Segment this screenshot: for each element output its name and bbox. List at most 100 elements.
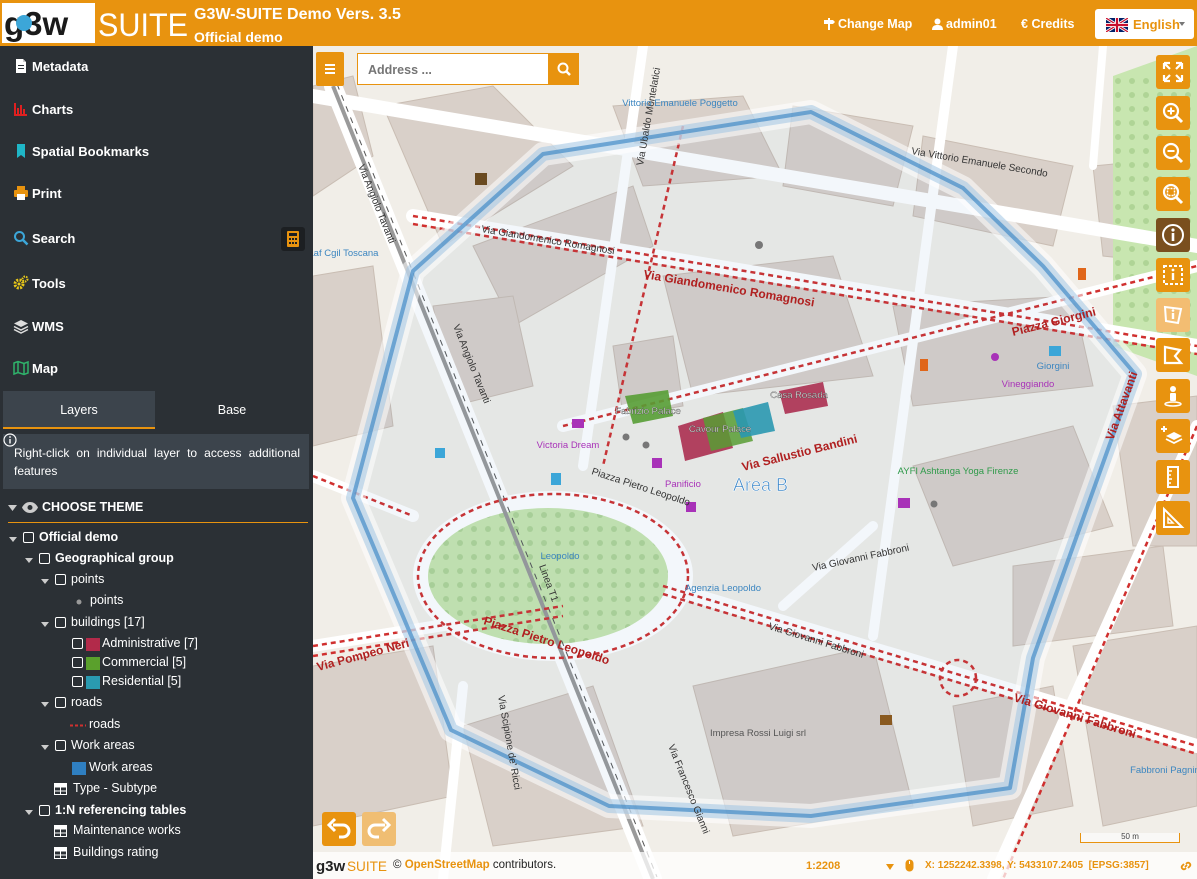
tree-label: Work areas [89,760,153,774]
credits-button[interactable]: € Credits [1021,15,1075,33]
checkbox-icon[interactable] [72,638,83,649]
svg-text:SUITE: SUITE [98,7,188,43]
map-canvas[interactable]: Via Giandomenico Romagnosi Via Giandomen… [313,46,1197,879]
checkbox-icon[interactable] [23,532,34,543]
sidebar-item-label: Charts [32,102,74,117]
checkbox-icon[interactable] [72,676,83,687]
caret-down-icon [25,558,33,563]
add-layer-button[interactable] [1156,419,1190,453]
sidebar-item-charts[interactable]: Charts [0,89,313,129]
choose-theme-toggle[interactable]: CHOOSE THEME [8,498,308,523]
tree-label: Residential [5] [102,674,182,688]
caret-down-icon[interactable] [886,864,894,870]
checkbox-icon[interactable] [39,805,50,816]
printer-icon [14,186,28,200]
address-search-input[interactable] [366,60,540,80]
poi-label: AYFI Ashtanga Yoga Firenze [898,466,1019,477]
sidebar-item-label: Metadata [32,59,89,74]
poi-label: Caaf Cgil Toscana [313,248,379,259]
sidebar-item-label: Map [32,361,58,376]
tree-label: Official demo [39,530,119,544]
attribution-text: contributors. [492,859,557,871]
address-search-button[interactable] [549,53,579,85]
sidebar-item-label: Tools [32,276,66,291]
poi-label: Panificio [665,479,701,490]
map-icon [13,360,29,376]
query-info-button[interactable] [1156,218,1190,252]
scale-select[interactable]: 1:2208 [806,860,840,872]
tree-label: Work areas [71,738,135,752]
search-icon [14,231,29,246]
tab-base[interactable]: Base [155,391,309,429]
checkbox-icon[interactable] [72,657,83,668]
openstreetmap-link[interactable]: OpenStreetMap [405,859,490,871]
language-label: English [1133,17,1180,32]
bar-chart-icon [14,103,27,116]
zoom-out-icon [1162,142,1184,164]
caret-down-icon [8,505,17,511]
sidebar-item-wms[interactable]: WMS [0,306,313,346]
scale-bar: 50 m [1080,833,1180,843]
sidebar-item-metadata[interactable]: Metadata [0,46,313,86]
tree-label: Geographical group [55,551,174,565]
sidebar-item-tools[interactable]: Tools [0,263,313,303]
language-select[interactable]: English [1095,9,1194,39]
sidebar-item-label: Spatial Bookmarks [32,144,150,159]
sidebar-item-print[interactable]: Print [0,173,313,213]
measure-area-button[interactable] [1156,501,1190,535]
streetview-button[interactable] [1156,379,1190,413]
checkbox-icon[interactable] [55,574,66,585]
triangle-ruler-icon [1163,506,1185,528]
app-header: g3w SUITE G3W-SUITE Demo Vers. 3.5 Offic… [0,0,1197,46]
undo-button[interactable] [322,812,356,846]
color-swatch [72,762,86,775]
area-selection-button[interactable] [1156,338,1190,372]
measure-length-button[interactable] [1156,460,1190,494]
tree-label: Maintenance works [73,823,181,837]
coordinates-text: X: 1252242.3398, Y: 5433107.2405 [925,860,1084,871]
tree-label: points [90,593,124,607]
calculator-icon [287,231,299,247]
calculator-button[interactable] [281,227,305,251]
fullscreen-button[interactable] [1156,55,1190,89]
address-search [357,53,549,85]
zoom-to-extent-button[interactable] [1156,177,1190,211]
user-menu-button[interactable]: admin01 [932,15,997,33]
bookmark-icon [17,144,25,158]
point-symbol-icon [76,599,82,605]
change-map-label: Change Map [838,17,913,31]
sidebar-toggle-button[interactable] [316,52,344,86]
map-tiles[interactable]: Via Giandomenico Romagnosi Via Giandomen… [313,46,1197,879]
zoom-box-icon [1162,183,1184,205]
g3w-suite-footer-logo: g3w SUITE [316,858,387,874]
signpost-icon [824,18,835,30]
checkbox-icon[interactable] [55,697,66,708]
redo-button[interactable] [362,812,396,846]
query-bbox-button[interactable] [1156,258,1190,292]
zoom-in-button[interactable] [1156,96,1190,130]
sidebar-item-map[interactable]: Map [0,348,313,388]
app-subtitle: Official demo [194,29,283,45]
sidebar-item-search[interactable]: Search [0,218,313,258]
caret-down-icon [41,702,49,707]
checkbox-icon[interactable] [55,617,66,628]
poi-label: Victoria Dream [537,440,600,451]
expand-icon [1162,61,1184,83]
tab-layers[interactable]: Layers [3,391,155,429]
sidebar-item-spatial-bookmarks[interactable]: Spatial Bookmarks [0,131,313,171]
map-footer: g3w SUITE © OpenStreetMap contributors. … [313,852,1197,879]
checkbox-icon[interactable] [39,553,50,564]
sidebar-item-label: Print [32,186,62,201]
redo-icon [367,817,392,839]
sidebar-item-label: WMS [32,319,64,334]
query-by-polygon-button[interactable] [1156,298,1190,332]
zoom-out-button[interactable] [1156,136,1190,170]
link-icon[interactable] [1179,859,1193,873]
poi-label: Giorgini [1037,361,1070,372]
euro-icon: € [1021,17,1028,31]
layer-tabs: Layers Base [3,391,309,429]
checkbox-icon[interactable] [55,740,66,751]
change-map-button[interactable]: Change Map [823,15,912,33]
poi-label: Impresa Rossi Luigi srl [710,728,806,739]
credits-label: Credits [1031,17,1075,31]
